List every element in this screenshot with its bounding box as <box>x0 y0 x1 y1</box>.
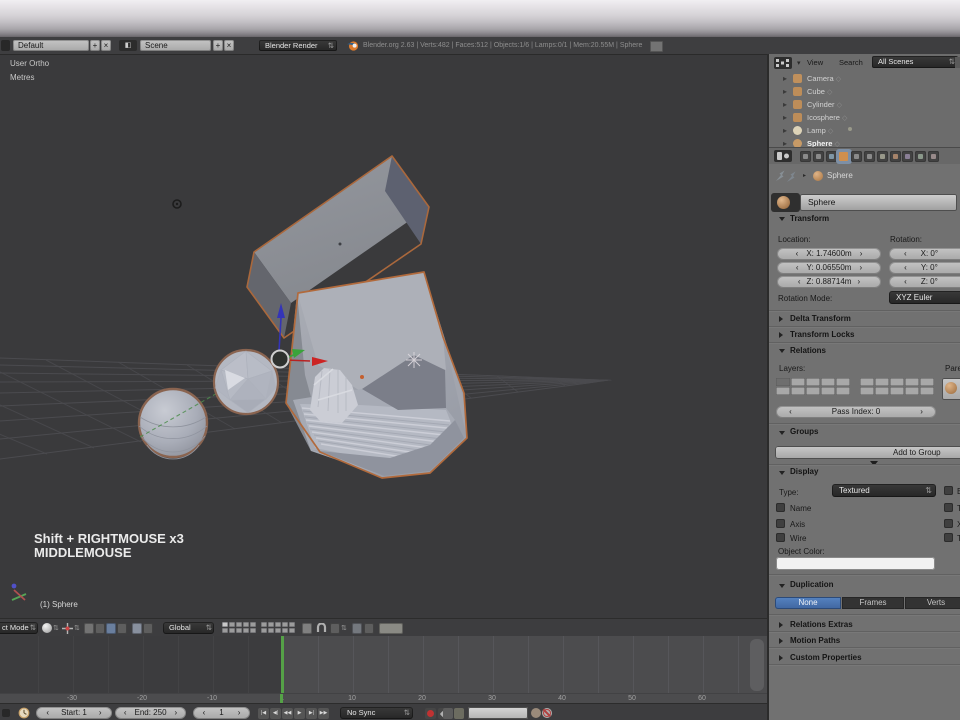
svg-text:Metres: Metres <box>10 73 34 82</box>
svg-text:(1) Sphere: (1) Sphere <box>40 600 78 609</box>
svg-text:User Ortho: User Ortho <box>10 59 50 68</box>
svg-text:MIDDLEMOUSE: MIDDLEMOUSE <box>34 545 132 560</box>
svg-text:Shift + RIGHTMOUSE x3: Shift + RIGHTMOUSE x3 <box>34 531 184 546</box>
